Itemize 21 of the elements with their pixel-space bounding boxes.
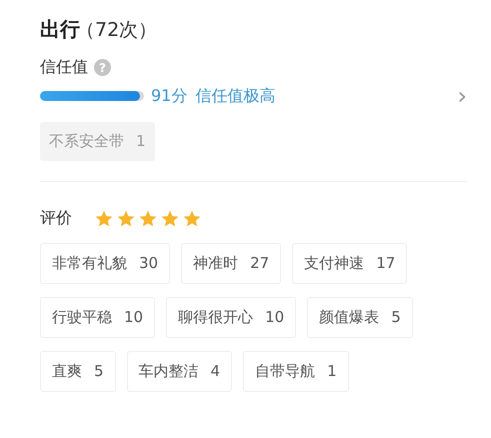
- star-icon: [116, 208, 136, 228]
- trust-verdict: 信任值极高: [195, 86, 276, 106]
- review-tag: 支付神速 17: [292, 243, 408, 284]
- help-icon[interactable]: ?: [94, 59, 111, 76]
- review-tag: 聊得很开心 10: [166, 297, 296, 338]
- chevron-icon[interactable]: ›: [457, 84, 467, 108]
- star-icon: [94, 208, 114, 228]
- star-icon: [160, 208, 180, 228]
- warning-tag: 不系安全带 1: [40, 122, 155, 161]
- review-tag: 行驶平稳 10: [40, 297, 156, 338]
- review-tag: 自带导航 1: [243, 351, 349, 392]
- star-icon: [182, 208, 202, 228]
- rating: 评价: [40, 208, 467, 229]
- review-tag: 神准时 27: [181, 243, 282, 284]
- review-tag: 非常有礼貌 30: [40, 243, 170, 284]
- star-icon: [138, 208, 158, 228]
- review-tag: 直爽 5: [40, 351, 116, 392]
- review-tag: 颜值爆表 5: [307, 297, 413, 338]
- trust-score: 91分: [151, 86, 188, 106]
- review-tag: 车内整洁 4: [126, 351, 232, 392]
- trust-label: 信任值: [40, 57, 88, 78]
